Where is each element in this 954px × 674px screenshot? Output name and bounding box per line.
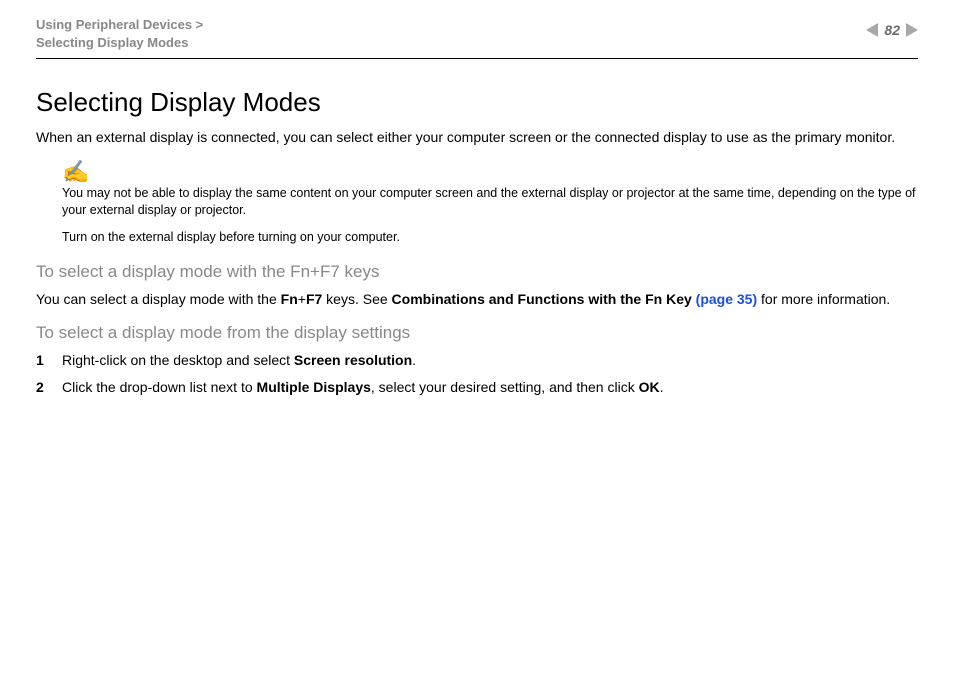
section-heading-settings: To select a display mode from the displa… [36, 323, 918, 343]
breadcrumb-line1: Using Peripheral Devices > [36, 16, 203, 34]
breadcrumb: Using Peripheral Devices > Selecting Dis… [36, 16, 203, 52]
note-icon: ✍ [62, 161, 918, 183]
page-number: 82 [884, 22, 900, 38]
text-fragment: keys. See [322, 291, 391, 307]
step-text: Click the drop-down list next to Multipl… [62, 378, 663, 397]
step-number: 2 [36, 378, 62, 397]
key-f7: F7 [306, 291, 322, 307]
next-page-icon[interactable] [906, 23, 918, 37]
steps-list: 1 Right-click on the desktop and select … [36, 351, 918, 397]
section-body-fnf7: You can select a display mode with the F… [36, 290, 918, 309]
ui-label: Multiple Displays [257, 379, 371, 395]
prev-page-icon[interactable] [866, 23, 878, 37]
step-text: Right-click on the desktop and select Sc… [62, 351, 416, 370]
list-item: 2 Click the drop-down list next to Multi… [36, 378, 918, 397]
page-title: Selecting Display Modes [36, 87, 918, 118]
note-text-1: You may not be able to display the same … [62, 185, 918, 219]
text-fragment: , select your desired setting, and then … [371, 379, 639, 395]
breadcrumb-line2: Selecting Display Modes [36, 34, 203, 52]
text-fragment: + [298, 291, 306, 307]
ui-label: Screen resolution [294, 352, 412, 368]
note-block: ✍ You may not be able to display the sam… [62, 161, 918, 246]
page-reference-link[interactable]: (page 35) [696, 291, 757, 307]
section-heading-fnf7: To select a display mode with the Fn+F7 … [36, 262, 918, 282]
page-nav: 82 [866, 16, 918, 38]
intro-paragraph: When an external display is connected, y… [36, 128, 918, 147]
step-number: 1 [36, 351, 62, 370]
text-fragment: Right-click on the desktop and select [62, 352, 294, 368]
reference-title: Combinations and Functions with the Fn K… [392, 291, 696, 307]
ui-label: OK [639, 379, 660, 395]
list-item: 1 Right-click on the desktop and select … [36, 351, 918, 370]
text-fragment: You can select a display mode with the [36, 291, 281, 307]
text-fragment: for more information. [757, 291, 890, 307]
key-fn: Fn [281, 291, 298, 307]
page-header: Using Peripheral Devices > Selecting Dis… [36, 16, 918, 59]
text-fragment: . [660, 379, 664, 395]
note-text-2: Turn on the external display before turn… [62, 229, 918, 246]
text-fragment: Click the drop-down list next to [62, 379, 257, 395]
text-fragment: . [412, 352, 416, 368]
